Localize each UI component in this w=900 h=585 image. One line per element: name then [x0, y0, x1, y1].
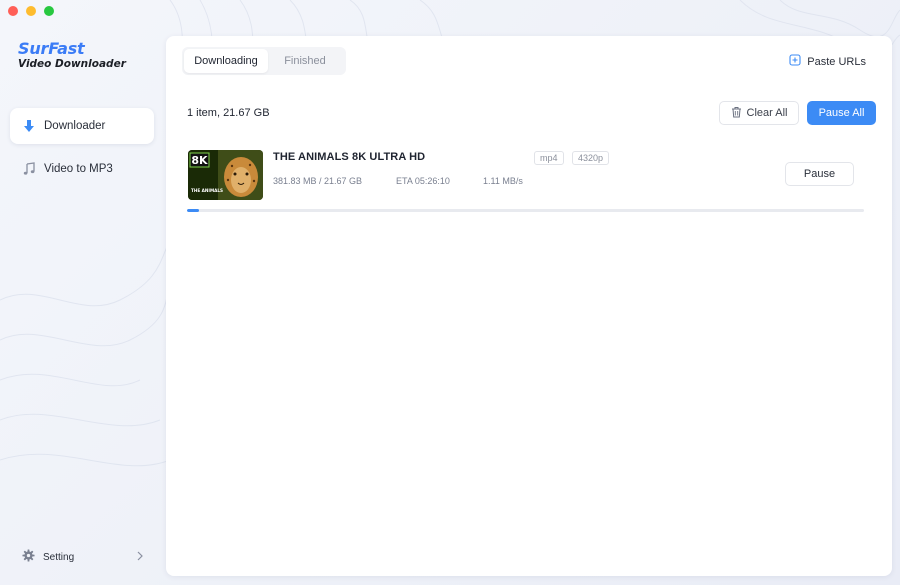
clear-all-button[interactable]: Clear All [719, 101, 799, 125]
download-size: 381.83 MB / 21.67 GB [273, 176, 363, 186]
gear-icon [22, 549, 35, 565]
download-summary: 1 item, 21.67 GB [187, 107, 270, 119]
minimize-window-button[interactable] [26, 6, 36, 16]
brand-subtitle: Video Downloader [18, 58, 126, 70]
thumb-caption-text: THE ANIMALS [191, 188, 223, 193]
download-progress-bar [187, 209, 864, 212]
format-badge: mp4 [534, 151, 564, 165]
paste-urls-button[interactable]: Paste URLs [789, 54, 866, 69]
download-arrow-icon [22, 119, 36, 133]
setting-button[interactable]: Setting [22, 548, 144, 566]
download-speed: 1.11 MB/s [483, 176, 523, 186]
main-panel: Downloading Finished Paste URLs 1 item, … [166, 36, 892, 576]
pause-all-button[interactable]: Pause All [807, 101, 876, 125]
music-note-icon [22, 162, 36, 176]
resolution-badge: 4320p [572, 151, 610, 165]
video-thumbnail[interactable]: 8K THE ANIMALS [188, 150, 263, 200]
sidebar-item-downloader[interactable]: Downloader [10, 108, 154, 144]
trash-icon [731, 106, 742, 121]
paste-urls-label: Paste URLs [807, 55, 866, 68]
pause-button[interactable]: Pause [785, 162, 854, 186]
download-eta: ETA 05:26:10 [396, 176, 450, 186]
brand-name: SurFast [18, 39, 85, 58]
sidebar-item-video-to-mp3[interactable]: Video to MP3 [10, 151, 154, 187]
close-window-button[interactable] [8, 6, 18, 16]
sidebar-item-label: Video to MP3 [44, 163, 113, 175]
download-title: THE ANIMALS 8K ULTRA HD [273, 151, 426, 163]
setting-label: Setting [43, 551, 75, 563]
plus-square-icon [789, 54, 801, 69]
chevron-right-icon [136, 551, 144, 564]
clear-all-label: Clear All [746, 107, 788, 119]
window-controls [8, 6, 54, 16]
tab-bar: Downloading Finished [182, 47, 346, 75]
sidebar-item-label: Downloader [44, 120, 106, 132]
tab-downloading[interactable]: Downloading [184, 49, 268, 73]
download-item: 8K THE ANIMALS THE ANIMALS 8K ULTRA HD m… [187, 148, 867, 214]
thumb-badge-text: 8K [191, 154, 208, 167]
app-logo: SurFast Video Downloader [18, 39, 126, 71]
tab-finished[interactable]: Finished [268, 49, 342, 73]
zoom-window-button[interactable] [44, 6, 54, 16]
download-progress-fill [187, 209, 199, 212]
